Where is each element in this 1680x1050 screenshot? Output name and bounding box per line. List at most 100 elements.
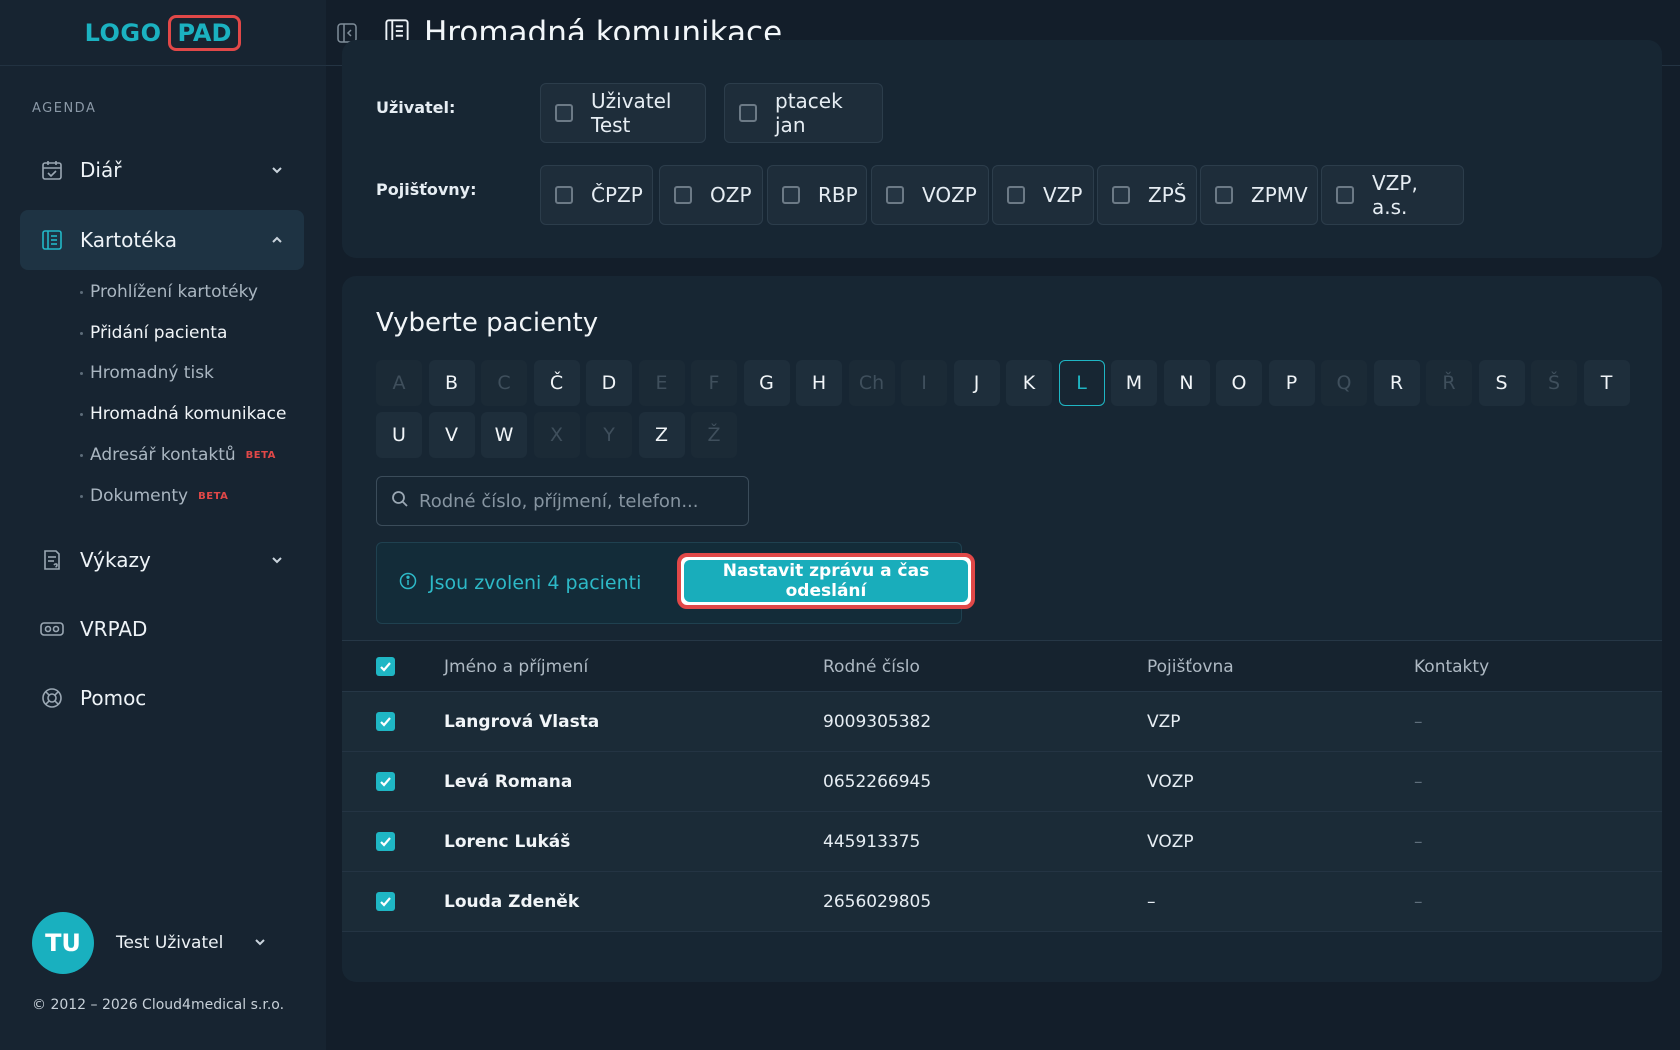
letter-filter-M[interactable]: M <box>1111 360 1157 406</box>
insurer-chip[interactable]: ČPZP <box>540 165 653 225</box>
letter-filter-Z[interactable]: Z <box>638 412 685 458</box>
patient-rc: 0652266945 <box>823 772 932 792</box>
subitem-label: Přidání pacienta <box>90 323 228 343</box>
chip-label: ČPZP <box>591 183 643 207</box>
user-filter-label: Uživatel: <box>376 98 456 117</box>
column-header[interactable]: Pojišťovna <box>1147 657 1234 677</box>
checkbox[interactable] <box>1007 186 1025 204</box>
subitem-label: Prohlížení kartotéky <box>90 282 258 302</box>
row-checkbox[interactable] <box>376 832 395 851</box>
sidebar-item-vykazy[interactable]: Výkazy <box>20 530 304 590</box>
subitem-label: Dokumenty <box>90 486 189 506</box>
sidebar-item-pomoc[interactable]: Pomoc <box>20 668 304 728</box>
patient-contacts: – <box>1414 832 1423 852</box>
letter-filter-F: F <box>691 360 737 406</box>
letter-filter-H[interactable]: H <box>796 360 842 406</box>
patient-name[interactable]: Levá Romana <box>444 772 572 792</box>
letter-filter-D[interactable]: D <box>586 360 632 406</box>
checkbox[interactable] <box>782 186 800 204</box>
sidebar-subitem-pridani[interactable]: Přidání pacienta <box>80 323 227 343</box>
sidebar-subitem-dokumenty[interactable]: Dokumenty BETA <box>80 486 228 506</box>
search-icon <box>391 490 409 513</box>
sidebar-subitem-tisk[interactable]: Hromadný tisk <box>80 363 214 383</box>
table-row[interactable]: Louda Zdeněk 2656029805 – – <box>342 872 1662 932</box>
table-row[interactable]: Langrová Vlasta 9009305382 VZP – <box>342 692 1662 752</box>
vr-headset-icon <box>40 617 64 641</box>
letter-filter-P[interactable]: P <box>1268 360 1315 406</box>
sidebar-item-label: Pomoc <box>80 686 147 710</box>
chip-label: ZPŠ <box>1148 183 1187 207</box>
insurer-chip[interactable]: VZP, a.s. <box>1321 165 1464 225</box>
letter-filter-Ch: Ch <box>848 360 895 406</box>
letter-filter-R[interactable]: R <box>1373 360 1420 406</box>
calendar-icon <box>40 158 64 182</box>
patient-contacts: – <box>1414 892 1423 912</box>
checkbox[interactable] <box>1112 186 1130 204</box>
sidebar-item-vrpad[interactable]: VRPAD <box>20 599 304 659</box>
user-filter-chip[interactable]: ptacek jan <box>724 83 883 143</box>
sidebar-item-diar[interactable]: Diář <box>20 140 304 200</box>
table-row[interactable]: Levá Romana 0652266945 VOZP – <box>342 752 1662 812</box>
table-row[interactable]: Lorenc Lukáš 445913375 VOZP – <box>342 812 1662 872</box>
checkbox[interactable] <box>739 104 757 122</box>
insurer-chip[interactable]: VOZP <box>871 165 989 225</box>
letter-filter-T[interactable]: T <box>1583 360 1630 406</box>
row-checkbox[interactable] <box>376 892 395 911</box>
checkbox[interactable] <box>1215 186 1233 204</box>
letter-filter-W[interactable]: W <box>481 412 527 458</box>
letter-filter-V[interactable]: V <box>428 412 475 458</box>
user-menu[interactable]: TU Test Uživatel <box>32 912 267 974</box>
letter-filter-S[interactable]: S <box>1478 360 1525 406</box>
letter-filter-B[interactable]: B <box>428 360 475 406</box>
letter-filter-I: I <box>901 360 947 406</box>
column-header[interactable]: Kontakty <box>1414 657 1489 677</box>
patient-name[interactable]: Langrová Vlasta <box>444 712 599 732</box>
chip-label: ZPMV <box>1251 183 1308 207</box>
user-filter-chip[interactable]: Uživatel Test <box>540 83 706 143</box>
sidebar-subitem-adresar[interactable]: Adresář kontaktů BETA <box>80 445 276 465</box>
letter-filter-O[interactable]: O <box>1216 360 1262 406</box>
sidebar-subitem-prohlizeni[interactable]: Prohlížení kartotéky <box>80 282 258 302</box>
checkbox[interactable] <box>1336 186 1354 204</box>
patient-contacts: – <box>1414 712 1423 732</box>
checkbox[interactable] <box>674 186 692 204</box>
checkbox[interactable] <box>555 104 573 122</box>
letter-filter-K[interactable]: K <box>1006 360 1052 406</box>
insurer-chip[interactable]: OZP <box>659 165 763 225</box>
insurer-chip[interactable]: RBP <box>767 165 867 225</box>
letter-filter-Ř: Ř <box>1426 360 1472 406</box>
letter-filter-Č[interactable]: Č <box>533 360 580 406</box>
patient-name[interactable]: Lorenc Lukáš <box>444 832 570 852</box>
checkbox[interactable] <box>886 186 904 204</box>
sidebar-subitem-komunikace[interactable]: Hromadná komunikace <box>80 404 286 424</box>
row-checkbox[interactable] <box>376 712 395 731</box>
letter-filter-U[interactable]: U <box>376 412 422 458</box>
checkbox[interactable] <box>555 186 573 204</box>
selection-info-box: Jsou zvoleni 4 pacienti Nastavit zprávu … <box>376 542 975 624</box>
logo[interactable]: LOGO PAD <box>0 0 326 66</box>
row-checkbox[interactable] <box>376 772 395 791</box>
select-all-checkbox[interactable] <box>376 657 395 676</box>
patient-insurer: VOZP <box>1147 772 1194 792</box>
letter-filter-L[interactable]: L <box>1058 360 1105 406</box>
patient-rc: 2656029805 <box>823 892 932 912</box>
column-header[interactable]: Rodné číslo <box>823 657 920 677</box>
set-message-button[interactable]: Nastavit zprávu a čas odeslání <box>684 560 968 602</box>
chip-label: ptacek jan <box>775 89 843 137</box>
section-title: Vyberte pacienty <box>376 308 599 338</box>
letter-filter-E: E <box>638 360 685 406</box>
search-input[interactable]: Rodné číslo, příjmení, telefon... <box>376 476 749 526</box>
sidebar-item-kartoteka[interactable]: Kartotéka <box>20 210 304 270</box>
insurer-chip[interactable]: ZPŠ <box>1097 165 1197 225</box>
patient-name[interactable]: Louda Zdeněk <box>444 892 579 912</box>
column-header[interactable]: Jméno a příjmení <box>444 657 588 677</box>
letter-filter-N[interactable]: N <box>1163 360 1210 406</box>
chevron-down-icon <box>270 158 284 182</box>
patient-insurer: – <box>1147 892 1156 912</box>
patient-insurer: VOZP <box>1147 832 1194 852</box>
letter-filter-J[interactable]: J <box>953 360 1000 406</box>
letter-filter-C: C <box>481 360 527 406</box>
letter-filter-G[interactable]: G <box>743 360 790 406</box>
insurer-chip[interactable]: VZP <box>992 165 1094 225</box>
insurer-chip[interactable]: ZPMV <box>1200 165 1318 225</box>
